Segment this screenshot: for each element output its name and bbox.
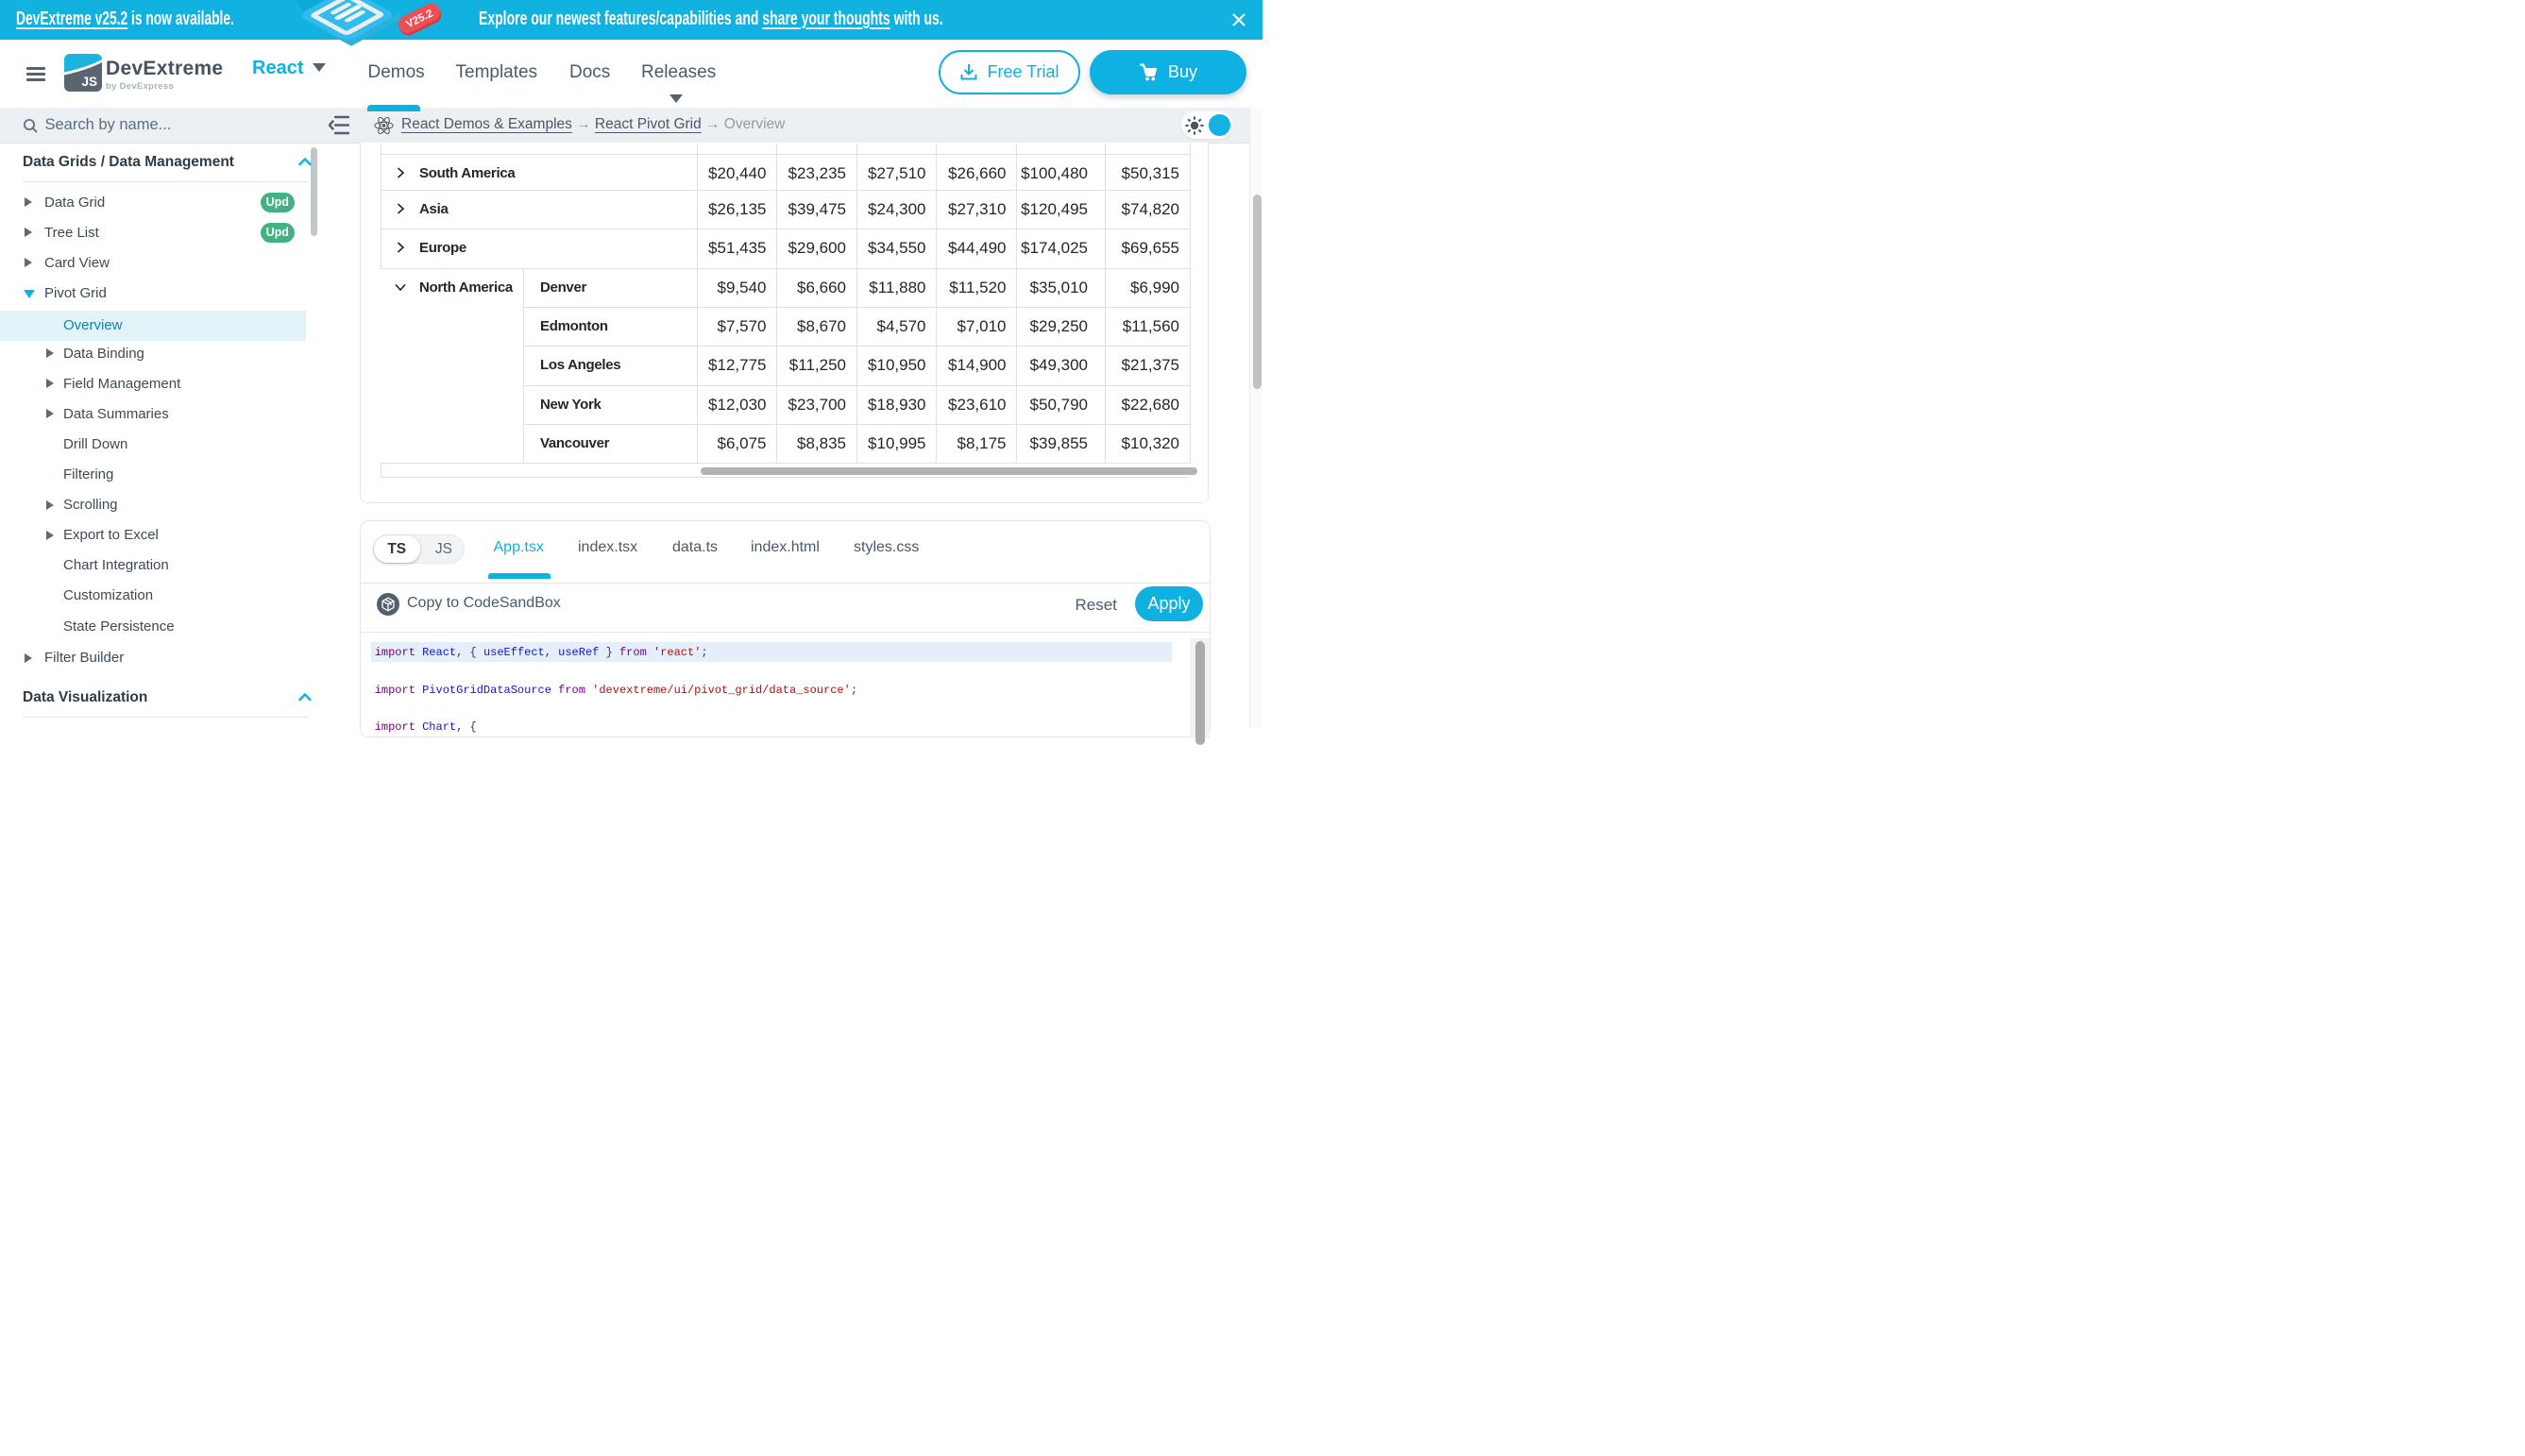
svg-text:JS: JS: [81, 75, 97, 89]
